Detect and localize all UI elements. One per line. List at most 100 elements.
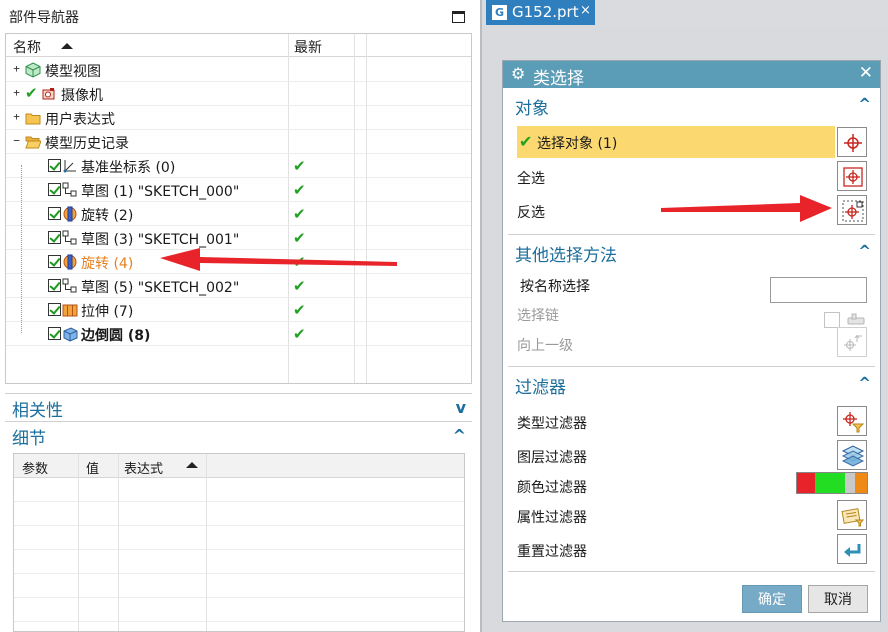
visibility-checkbox[interactable]: [48, 183, 61, 196]
select-by-name-input[interactable]: [770, 277, 867, 303]
column-header-value[interactable]: 值: [86, 458, 99, 477]
chevron-up-icon[interactable]: ^: [453, 426, 466, 445]
part-navigator-panel: 部件导航器 名称 最新 + 模型视图 + ✔ 摄像机 + 用户表达式 − 模型历…: [0, 0, 478, 632]
tree-row-edge-blend-8[interactable]: 边倒圆 (8) ✔: [6, 322, 471, 346]
chevron-up-icon[interactable]: ^: [858, 242, 871, 260]
reset-filter-button[interactable]: [837, 534, 867, 564]
tree-row-model-views[interactable]: + 模型视图: [6, 58, 471, 82]
select-all-button[interactable]: [837, 161, 867, 191]
expand-icon[interactable]: +: [12, 63, 21, 74]
visibility-checkbox[interactable]: [48, 255, 61, 268]
chevron-up-icon[interactable]: ^: [858, 95, 871, 113]
column-header-param[interactable]: 参数: [22, 458, 48, 477]
tree-row-user-expressions[interactable]: + 用户表达式: [6, 106, 471, 130]
tree-row-label: 旋转 (4): [81, 256, 134, 272]
object-group: 对象 ^ ✔ 选择对象 (1) 全选 反选: [508, 90, 875, 235]
ok-button[interactable]: 确定: [742, 585, 802, 613]
document-tab[interactable]: G G152.prt ×: [486, 0, 595, 25]
select-chain-checkbox[interactable]: [824, 312, 840, 328]
dialog-title: 类选择: [533, 69, 584, 89]
tree-row-label: 模型历史记录: [45, 136, 129, 152]
details-section[interactable]: 细节 ^: [5, 421, 472, 449]
visibility-checkbox[interactable]: [48, 303, 61, 316]
tree-row-label: 拉伸 (7): [81, 304, 134, 320]
object-group-header[interactable]: 对象: [515, 94, 549, 119]
color-filter-swatch[interactable]: [796, 472, 868, 494]
expand-icon[interactable]: +: [12, 87, 21, 98]
navigator-title: 部件导航器: [9, 10, 79, 26]
tree-row-label: 草图 (3) "SKETCH_001": [81, 232, 240, 248]
tree-row-sketch-5[interactable]: 草图 (5) "SKETCH_002" ✔: [6, 274, 471, 298]
other-methods-header[interactable]: 其他选择方法: [515, 241, 617, 266]
extrude-icon: [62, 304, 78, 317]
tree-row-camera[interactable]: + ✔ 摄像机: [6, 82, 471, 106]
filter-group: 过滤器 ^ 类型过滤器 图层过滤器 颜色过滤器 属性过滤器 重置过滤器: [508, 369, 875, 572]
attribute-filter-icon: [841, 508, 865, 527]
gear-icon[interactable]: ⚙: [511, 64, 525, 83]
tree-row-label: 旋转 (2): [81, 208, 134, 224]
sort-ascending-icon[interactable]: [186, 462, 198, 468]
reset-filter-label: 重置过滤器: [517, 544, 587, 560]
tree-row-revolve-4[interactable]: 旋转 (4) ✔: [6, 250, 471, 274]
tree-row-label: 草图 (1) "SKETCH_000": [81, 184, 240, 200]
close-icon[interactable]: ✕: [859, 63, 873, 83]
table-row: [14, 550, 464, 574]
close-icon[interactable]: ×: [580, 3, 591, 18]
select-object-row[interactable]: ✔ 选择对象 (1): [517, 126, 835, 158]
tree-row-sketch-1[interactable]: 草图 (1) "SKETCH_000" ✔: [6, 178, 471, 202]
document-tab-strip: G G152.prt ×: [482, 0, 888, 27]
visibility-checkbox[interactable]: [48, 159, 61, 172]
revolve-icon: [63, 254, 77, 270]
latest-check-icon: ✔: [293, 277, 306, 295]
color-swatch-grey: [845, 473, 855, 493]
check-mark-icon: ✔: [25, 84, 38, 102]
graphics-area: G G152.prt × ⚙ 类选择 ✕ 对象 ^ ✔ 选择对象 (1) 全选 …: [480, 0, 888, 632]
chevron-up-icon[interactable]: ^: [858, 374, 871, 392]
invert-selection-button[interactable]: [837, 195, 867, 225]
visibility-checkbox[interactable]: [48, 279, 61, 292]
table-row: [14, 574, 464, 598]
document-tab-label: G152.prt: [512, 3, 579, 21]
attribute-filter-button[interactable]: [837, 500, 867, 530]
type-filter-label: 类型过滤器: [517, 416, 587, 432]
tree-row-label: 草图 (5) "SKETCH_002": [81, 280, 240, 296]
reset-arrow-icon: [844, 544, 861, 557]
tree-row-label: 用户表达式: [45, 112, 115, 128]
table-row: [14, 478, 464, 502]
type-filter-icon: [843, 412, 865, 433]
latest-check-icon: ✔: [293, 181, 306, 199]
tree-row-sketch-3[interactable]: 草图 (3) "SKETCH_001" ✔: [6, 226, 471, 250]
tree-row-datum-csys[interactable]: 基准坐标系 (0) ✔: [6, 154, 471, 178]
tree-row-revolve-2[interactable]: 旋转 (2) ✔: [6, 202, 471, 226]
attribute-filter-label: 属性过滤器: [517, 510, 587, 526]
visibility-checkbox[interactable]: [48, 231, 61, 244]
select-object-label: 选择对象 (1): [537, 136, 618, 152]
color-filter-label: 颜色过滤器: [517, 480, 587, 496]
sort-ascending-icon[interactable]: [61, 43, 73, 49]
column-header-latest[interactable]: 最新: [294, 37, 322, 57]
maximize-icon[interactable]: [452, 11, 465, 23]
tree-row-model-history[interactable]: − 模型历史记录: [6, 130, 471, 154]
tree-row-extrude-7[interactable]: 拉伸 (7) ✔: [6, 298, 471, 322]
up-one-level-button[interactable]: [837, 327, 867, 357]
filter-group-header[interactable]: 过滤器: [515, 373, 566, 398]
dependencies-section[interactable]: 相关性 v: [5, 393, 472, 421]
color-swatch-orange: [855, 473, 867, 493]
select-object-button[interactable]: [837, 127, 867, 157]
check-mark-icon: ✔: [519, 132, 533, 151]
table-row: [14, 502, 464, 526]
visibility-checkbox[interactable]: [48, 207, 61, 220]
dialog-title-bar[interactable]: ⚙ 类选择 ✕: [503, 61, 880, 89]
layer-filter-button[interactable]: [837, 440, 867, 470]
chevron-down-icon[interactable]: v: [456, 398, 466, 417]
expand-icon[interactable]: +: [12, 111, 21, 122]
cancel-button[interactable]: 取消: [808, 585, 868, 613]
class-selection-dialog: ⚙ 类选择 ✕ 对象 ^ ✔ 选择对象 (1) 全选 反选 其他选择方法 ^ 按…: [502, 60, 881, 622]
collapse-icon[interactable]: −: [12, 135, 21, 146]
sketch-icon: [62, 182, 77, 197]
column-header-name[interactable]: 名称: [13, 37, 41, 57]
visibility-checkbox[interactable]: [48, 327, 61, 340]
column-header-expression[interactable]: 表达式: [124, 458, 163, 477]
tree-row-label: 边倒圆 (8): [81, 328, 151, 344]
type-filter-button[interactable]: [837, 406, 867, 436]
